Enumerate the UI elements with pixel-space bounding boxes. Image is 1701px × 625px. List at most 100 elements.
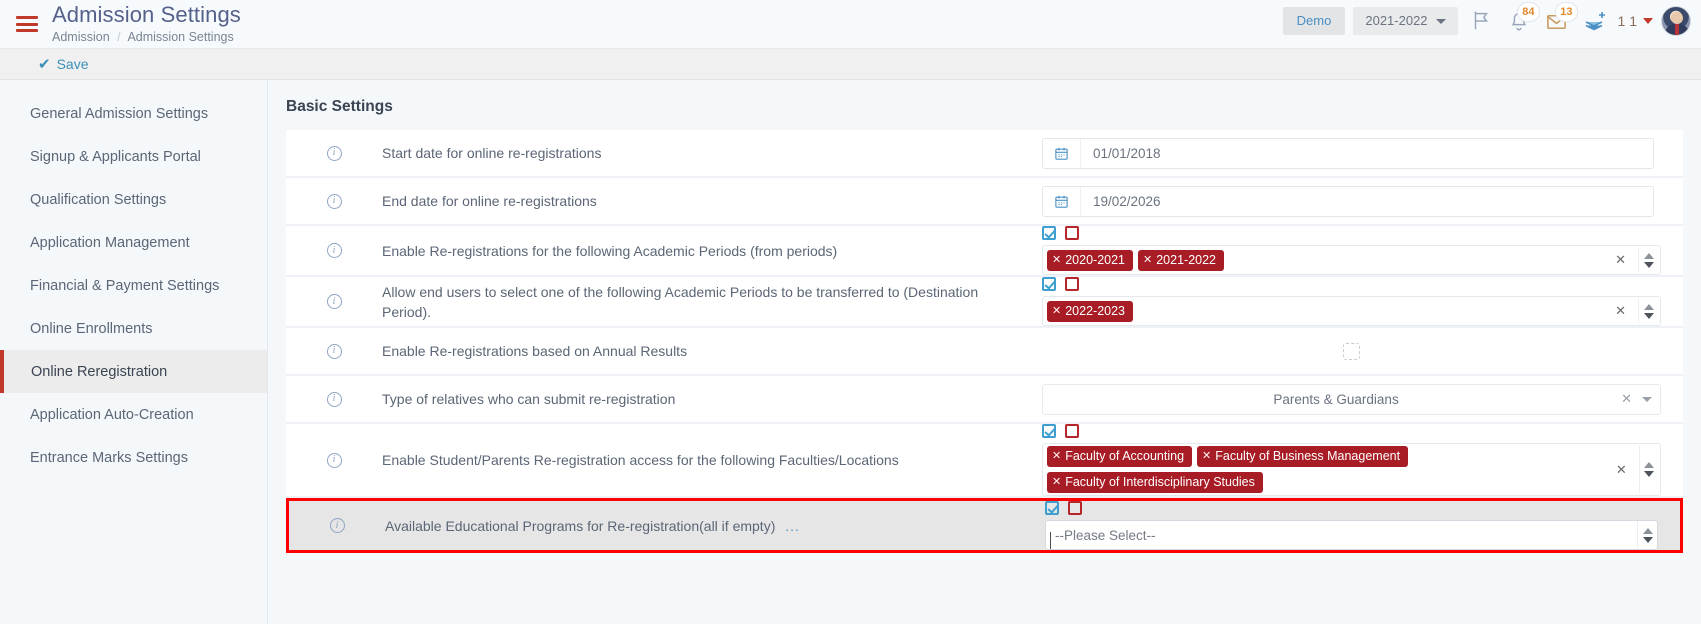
spinner-arrows-icon[interactable] [1637,521,1657,549]
field-cell: Parents & Guardians ✕ [1042,383,1683,415]
calendar-icon[interactable] [1043,186,1081,216]
tag-label: Faculty of Business Management [1215,449,1401,463]
avatar-tie [1675,24,1679,35]
setting-row-annual-results: i Enable Re-registrations based on Annua… [286,328,1683,376]
language-select[interactable]: 1 1 [1618,13,1653,29]
setting-row-end-date: i End date for online re-registrations 1… [286,178,1683,226]
spinner-arrows-icon[interactable] [1638,299,1658,323]
sidebar-item-online-enrollments[interactable]: Online Enrollments [0,307,267,350]
academic-year-value: 2021-2022 [1365,13,1428,28]
spinner-down-icon[interactable] [1643,312,1654,319]
checkbox-empty-icon[interactable] [1065,277,1079,291]
sidebar-item-entrance-marks-settings[interactable]: Entrance Marks Settings [0,436,267,479]
tag-chip[interactable]: ✕ 2020-2021 [1047,249,1133,271]
educational-programs-multiselect[interactable]: --Please Select-- [1045,520,1658,550]
envelope-icon[interactable]: 13 [1542,2,1578,36]
info-icon[interactable]: i [326,343,342,359]
bell-icon[interactable]: 84 [1504,2,1540,36]
demo-badge[interactable]: Demo [1282,7,1346,35]
info-icon[interactable]: i [326,391,342,407]
spinner-arrows-icon[interactable] [1638,446,1658,493]
field-cell: 19/02/2026 [1042,185,1683,217]
sidebar-item-application-auto-creation[interactable]: Application Auto-Creation [0,393,267,436]
annual-results-checkbox[interactable] [1343,342,1360,360]
sidebar-item-signup-applicants-portal[interactable]: Signup & Applicants Portal [0,135,267,178]
tag-chip[interactable]: ✕ Faculty of Interdisciplinary Studies [1047,472,1263,493]
info-icon[interactable]: i [326,452,342,468]
spinner-arrows-icon[interactable] [1638,248,1658,272]
checkbox-empty-icon[interactable] [1068,501,1082,515]
checkbox-checked-icon[interactable] [1045,501,1059,515]
checkbox-checked-icon[interactable] [1042,424,1056,438]
tag-chip[interactable]: ✕ 2021-2022 [1138,249,1224,271]
spinner-down-icon[interactable] [1643,261,1654,268]
avatar[interactable] [1661,6,1691,36]
clear-x-icon[interactable]: ✕ [1621,391,1632,407]
relative-type-select[interactable]: Parents & Guardians ✕ [1042,383,1661,415]
sidebar-item-label: Entrance Marks Settings [30,449,188,466]
settings-list: i Start date for online re-registrations… [286,130,1683,553]
field-cell [1042,342,1683,360]
checkbox-empty-icon[interactable] [1065,424,1079,438]
spinner-down-icon[interactable] [1643,471,1654,477]
page-body: General Admission Settings Signup & Appl… [0,80,1701,624]
spinner-up-icon[interactable] [1643,303,1654,310]
tag-remove-icon[interactable]: ✕ [1052,253,1061,268]
from-periods-multiselect[interactable]: ✕ 2020-2021 ✕ 2021-2022 ✕ [1042,245,1661,275]
setting-row-faculties-access: i Enable Student/Parents Re-registration… [286,424,1683,498]
clear-x-icon[interactable]: ✕ [1603,252,1638,268]
clear-x-icon[interactable]: ✕ [1604,462,1639,478]
breadcrumb-parent[interactable]: Admission [52,30,110,44]
spinner-up-icon[interactable] [1642,527,1653,534]
label-ellipsis[interactable]: ... [785,518,800,534]
info-icon[interactable]: i [329,518,345,533]
tag-remove-icon[interactable]: ✕ [1052,449,1061,464]
selected-tags: ✕ Faculty of Accounting ✕ Faculty of Bus… [1047,446,1604,493]
checkbox-checked-icon[interactable] [1042,226,1056,240]
info-icon[interactable]: i [326,294,342,309]
setting-row-destination-period: i Allow end users to select one of the f… [286,277,1683,328]
sidebar-item-label: Financial & Payment Settings [30,277,220,294]
destination-period-multiselect[interactable]: ✕ 2022-2023 ✕ [1042,296,1661,326]
tag-remove-icon[interactable]: ✕ [1052,304,1061,319]
sidebar-item-financial-payment-settings[interactable]: Financial & Payment Settings [0,264,267,307]
top-header: Admission Settings Admission / Admission… [0,0,1701,48]
sidebar-item-label: Application Auto-Creation [30,406,194,423]
sidebar-item-label: Signup & Applicants Portal [30,148,201,165]
sidebar-item-label: General Admission Settings [30,105,209,122]
sidebar-item-application-management[interactable]: Application Management [0,221,267,264]
sidebar-item-qualification-settings[interactable]: Qualification Settings [0,178,267,221]
start-date-input[interactable]: 01/01/2018 [1042,137,1654,169]
chevron-down-icon [1435,18,1446,24]
tag-remove-icon[interactable]: ✕ [1202,449,1211,464]
save-button[interactable]: ✔ Save [38,56,89,72]
faculties-multiselect[interactable]: ✕ Faculty of Accounting ✕ Faculty of Bus… [1042,443,1661,496]
sidebar-item-online-reregistration[interactable]: Online Reregistration [0,350,267,393]
tag-label: Faculty of Interdisciplinary Studies [1065,475,1255,489]
checkbox-empty-icon[interactable] [1065,226,1079,240]
end-date-input[interactable]: 19/02/2026 [1042,185,1654,217]
checkbox-checked-icon[interactable] [1042,277,1056,291]
clear-x-icon[interactable]: ✕ [1603,303,1638,319]
sidebar-item-general-admission-settings[interactable]: General Admission Settings [0,92,267,135]
spinner-down-icon[interactable] [1642,536,1653,543]
spinner-up-icon[interactable] [1643,462,1654,468]
tag-remove-icon[interactable]: ✕ [1143,253,1152,268]
tag-remove-icon[interactable]: ✕ [1052,475,1061,490]
tag-chip[interactable]: ✕ 2022-2023 [1047,300,1133,322]
info-icon[interactable]: i [326,193,342,209]
layers-plus-icon[interactable] [1580,6,1610,36]
field-cell: ✕ Faculty of Accounting ✕ Faculty of Bus… [1042,424,1683,496]
tag-chip[interactable]: ✕ Faculty of Business Management [1197,446,1409,467]
hamburger-icon[interactable] [16,16,38,32]
sidebar-item-label: Online Reregistration [31,363,168,380]
chevron-down-icon[interactable] [1642,396,1652,402]
calendar-icon[interactable] [1043,138,1081,168]
tag-chip[interactable]: ✕ Faculty of Accounting [1047,446,1193,467]
info-icon[interactable]: i [326,243,342,258]
academic-year-select[interactable]: 2021-2022 [1353,7,1458,35]
spinner-up-icon[interactable] [1643,252,1654,259]
info-icon[interactable]: i [326,145,342,161]
flag-icon[interactable] [1466,6,1496,36]
tag-label: 2020-2021 [1065,252,1125,267]
